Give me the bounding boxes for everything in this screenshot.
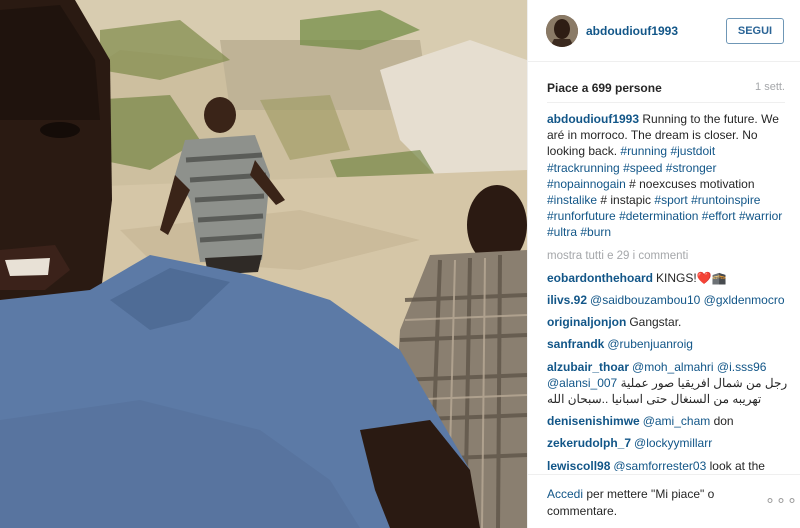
likes-row: Piace a 699 persone 1 sett.: [547, 81, 785, 95]
divider: [528, 474, 800, 475]
comment-text: KINGS!❤️🕋: [656, 270, 727, 285]
comment-entries: eobardonthehoard KINGS!❤️🕋 ilivs.92 @saidbo…: [547, 270, 789, 471]
follow-button[interactable]: SEGUI: [726, 18, 784, 44]
comment-username[interactable]: originaljonjon: [547, 315, 626, 329]
comment-item: ilivs.92 @saidbouzambou10 @gxldenmocro: [547, 292, 789, 308]
more-options-icon[interactable]: ∘∘∘: [765, 490, 798, 510]
hashtag-link[interactable]: #justdoit: [670, 144, 715, 158]
mention-link[interactable]: @saidbouzambou10: [590, 293, 700, 307]
comment-item: originaljonjon Gangstar.: [547, 314, 789, 330]
comment-username[interactable]: alzubair_thoar: [547, 360, 629, 374]
post-photo[interactable]: [0, 0, 527, 528]
mention-link[interactable]: @samforrester03: [613, 459, 706, 471]
mention-link[interactable]: @ami_cham: [643, 414, 711, 428]
comment-item: zekerudolph_7 @lockyymillarr: [547, 435, 789, 451]
hashtag-link[interactable]: #determination: [619, 209, 698, 223]
hashtag-link[interactable]: #runtoinspire: [691, 193, 760, 207]
hashtag-link[interactable]: #warrior: [739, 209, 782, 223]
comments-list: abdoudiouf1993 Running to the future. We…: [547, 111, 789, 471]
comment-item: sanfrandk @rubenjuanroig: [547, 336, 789, 352]
photo-illustration: [0, 0, 527, 528]
comment-item: eobardonthehoard KINGS!❤️🕋: [547, 270, 789, 286]
hashtag-link[interactable]: #instalike: [547, 193, 597, 207]
comment-username[interactable]: sanfrandk: [547, 337, 604, 351]
caption-text-part: # noexcuses motivation: [625, 176, 755, 191]
caption-username[interactable]: abdoudiouf1993: [547, 112, 639, 126]
comment-username[interactable]: denisenishimwe: [547, 414, 640, 428]
header-username[interactable]: abdoudiouf1993: [586, 24, 678, 38]
post-header: abdoudiouf1993 SEGUI: [528, 0, 800, 62]
caption-text-part: # instapic: [597, 193, 655, 208]
comment-item: lewiscoll98@samforrester03 look at the a…: [547, 458, 789, 471]
comment-username[interactable]: ilivs.92: [547, 293, 587, 307]
comment-item: denisenishimwe @ami_cham don: [547, 413, 789, 429]
hashtag-link[interactable]: #runforfuture: [547, 209, 616, 223]
mention-link[interactable]: @lockyymillarr: [634, 436, 712, 450]
hashtag-link[interactable]: #ultra: [547, 225, 577, 239]
comment-item: alzubair_thoar @moh_almahri @i.sss96 @ala…: [547, 359, 789, 408]
hashtag-link[interactable]: #effort: [702, 209, 736, 223]
show-all-comments-link[interactable]: mostra tutti e 29 i commenti: [547, 248, 789, 264]
mention-link[interactable]: @gxldenmocro: [704, 293, 785, 307]
divider: [547, 102, 785, 103]
login-prompt: Accedi per mettere "Mi piace" o commenta…: [547, 486, 747, 519]
hashtag-link[interactable]: #burn: [580, 225, 611, 239]
caption-hashtags: #running #justdoit #trackrunning #speed …: [547, 144, 782, 239]
comment-username[interactable]: zekerudolph_7: [547, 436, 631, 450]
post-time[interactable]: 1 sett.: [755, 81, 785, 93]
hashtag-link[interactable]: #speed: [623, 161, 662, 175]
hashtag-link[interactable]: #nopainnogain: [547, 177, 626, 191]
comment-text: Gangstar.: [629, 315, 682, 330]
avatar[interactable]: [546, 15, 578, 47]
hashtag-link[interactable]: #sport: [654, 193, 687, 207]
hashtag-link[interactable]: #stronger: [666, 161, 717, 175]
mention-link[interactable]: @rubenjuanroig: [607, 337, 693, 351]
comment-text: don: [710, 414, 734, 429]
comment-username[interactable]: lewiscoll98: [547, 459, 610, 471]
hashtag-link[interactable]: #running: [620, 144, 667, 158]
mention-link[interactable]: @moh_almahri: [632, 360, 714, 374]
likes-count[interactable]: Piace a 699 persone: [547, 81, 662, 95]
comment-username[interactable]: eobardonthehoard: [547, 271, 653, 285]
post-caption: abdoudiouf1993 Running to the future. We…: [547, 111, 789, 241]
login-link[interactable]: Accedi: [547, 487, 583, 501]
mention-link[interactable]: @alansi_007: [547, 376, 617, 390]
post-details-panel: abdoudiouf1993 SEGUI Piace a 699 persone…: [527, 0, 800, 528]
mention-link[interactable]: @i.sss96: [717, 360, 767, 374]
hashtag-link[interactable]: #trackrunning: [547, 161, 620, 175]
avatar-image: [546, 15, 578, 47]
